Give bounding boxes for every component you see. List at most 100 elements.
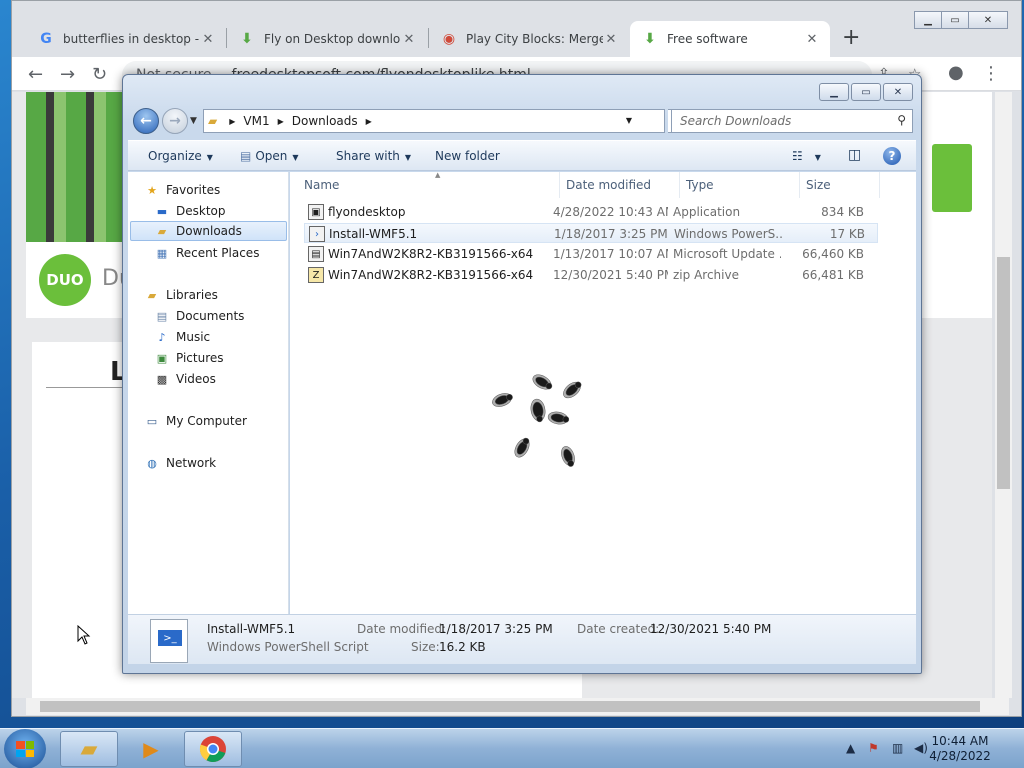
new-tab-button[interactable]: +: [842, 25, 860, 50]
details-size-value: 16.2 KB: [439, 640, 486, 654]
fly-icon: [547, 411, 570, 425]
horizontal-scrollbar[interactable]: [26, 698, 1009, 715]
computer-icon: ▭: [146, 414, 158, 428]
explorer-navigation-bar: ← → ▼ ▰ ▶ VM1 ▶ Downloads ▶ ▼ ⇆ Search D…: [131, 107, 915, 135]
clock[interactable]: 10:44 AM 4/28/2022: [920, 734, 1000, 764]
nav-downloads[interactable]: ▰ Downloads: [130, 221, 287, 241]
show-hidden-icons-icon[interactable]: ▲: [846, 741, 855, 755]
nav-libraries[interactable]: ▰ Libraries: [144, 285, 218, 305]
nav-network[interactable]: ◍ Network: [144, 453, 216, 473]
tab-butterflies[interactable]: G butterflies in desktop - Go ✕: [26, 21, 226, 57]
menu-icon[interactable]: ⋮: [982, 63, 1000, 84]
nav-documents[interactable]: ▤ Documents: [154, 306, 245, 326]
close-icon[interactable]: ✕: [603, 32, 619, 47]
organize-button[interactable]: Organize ▼: [148, 149, 213, 163]
chevron-down-icon: ▼: [404, 153, 412, 162]
minimize-icon[interactable]: ▁: [914, 11, 942, 29]
nav-videos[interactable]: ▩ Videos: [154, 369, 216, 389]
action-center-icon[interactable]: ⚑: [868, 741, 879, 755]
recent-places-icon: ▦: [156, 246, 168, 260]
fly-icon: [563, 381, 582, 399]
start-button[interactable]: [4, 729, 46, 768]
minimize-icon[interactable]: ▁: [819, 83, 849, 101]
nav-my-computer[interactable]: ▭ My Computer: [144, 411, 247, 431]
tab-free-software[interactable]: ⬇ Free software ✕: [630, 21, 830, 57]
navigation-pane: ★ Favorites ▬ Desktop ▰ Downloads ▦ Recent P…: [128, 172, 289, 614]
taskbar-chrome[interactable]: [184, 731, 242, 767]
maximize-icon[interactable]: ▭: [851, 83, 881, 101]
nav-favorites[interactable]: ★ Favorites: [144, 180, 220, 200]
close-icon[interactable]: ✕: [968, 11, 1008, 29]
tab-fly-on-desktop[interactable]: ⬇ Fly on Desktop download ✕: [227, 21, 427, 57]
vertical-scrollbar[interactable]: [995, 92, 1012, 698]
clock-time: 10:44 AM: [931, 734, 989, 748]
back-arrow-icon[interactable]: ←: [28, 64, 43, 85]
download-icon: ⬇: [644, 31, 656, 47]
chevron-right-icon[interactable]: ▶: [278, 117, 284, 126]
scroll-thumb[interactable]: [40, 701, 980, 712]
flies-swarm: [492, 374, 582, 467]
open-button[interactable]: ▤ Open ▼: [240, 149, 299, 163]
file-row[interactable]: ▣ flyondesktop 4/28/2022 10:43 AM Applic…: [304, 202, 878, 222]
tab-city-blocks[interactable]: ◉ Play City Blocks: Merge ar ✕: [429, 21, 629, 57]
maximize-icon[interactable]: ▭: [941, 11, 969, 29]
file-row[interactable]: Z Win7AndW2K8R2-KB3191566-x64 12/30/2021…: [304, 265, 878, 285]
nav-music[interactable]: ♪ Music: [154, 327, 210, 347]
address-bar[interactable]: ▰ ▶ VM1 ▶ Downloads ▶ ▼: [203, 109, 665, 133]
taskbar-media-player[interactable]: ▶: [122, 731, 180, 767]
details-file-name: Install-WMF5.1: [207, 622, 296, 636]
chevron-down-icon[interactable]: ▼: [190, 116, 197, 126]
scroll-thumb[interactable]: [997, 257, 1010, 489]
preview-pane-icon[interactable]: ◫: [848, 147, 861, 163]
file-row[interactable]: ▤ Win7AndW2K8R2-KB3191566-x64 1/13/2017 …: [304, 244, 878, 264]
new-folder-button[interactable]: New folder: [435, 149, 500, 163]
fly-icon: [492, 393, 513, 407]
column-header-name[interactable]: Name ▲: [298, 171, 560, 198]
forward-arrow-icon[interactable]: →: [162, 108, 188, 134]
close-icon[interactable]: ✕: [200, 32, 216, 47]
view-options-button[interactable]: ☷ ▼: [792, 149, 821, 163]
tab-label: Free software: [667, 32, 748, 46]
close-icon[interactable]: ✕: [883, 83, 913, 101]
breadcrumb-downloads[interactable]: Downloads: [292, 114, 358, 128]
nav-label: Network: [166, 456, 217, 470]
open-file-icon: ▤: [240, 149, 252, 163]
back-arrow-icon[interactable]: ←: [133, 108, 159, 134]
search-icon[interactable]: ⚲: [897, 113, 906, 127]
chevron-right-icon[interactable]: ▶: [366, 117, 372, 126]
nav-recent-places[interactable]: ▦ Recent Places: [154, 243, 260, 263]
mouse-cursor-icon: [77, 625, 91, 645]
chevron-down-icon[interactable]: ▼: [626, 116, 632, 125]
search-input[interactable]: Search Downloads ⚲: [671, 109, 913, 133]
file-row-selected[interactable]: › Install-WMF5.1 1/18/2017 3:25 PM Windo…: [304, 223, 878, 243]
close-icon[interactable]: ✕: [401, 32, 417, 47]
reload-icon[interactable]: ↻: [92, 64, 107, 85]
downloads-folder-icon: ▰: [157, 224, 167, 238]
nav-label: Music: [176, 330, 211, 344]
close-icon[interactable]: ✕: [804, 32, 820, 47]
nav-pictures[interactable]: ▣ Pictures: [154, 348, 224, 368]
column-header-size[interactable]: Size: [800, 172, 880, 198]
taskbar-explorer[interactable]: ▰: [60, 731, 118, 767]
profile-icon[interactable]: ●: [948, 62, 964, 83]
details-file-kind: Windows PowerShell Script: [207, 640, 369, 654]
column-header-date[interactable]: Date modified: [560, 172, 680, 198]
breadcrumb-vm1[interactable]: VM1: [243, 114, 269, 128]
help-icon[interactable]: ?: [883, 147, 901, 165]
file-date: 12/30/2021 5:40 PM: [553, 268, 668, 282]
tab-strip: G butterflies in desktop - Go ✕ ⬇ Fly on…: [12, 1, 1021, 57]
column-label: Type: [686, 178, 714, 192]
nav-label: Favorites: [166, 183, 221, 197]
chevron-right-icon[interactable]: ▶: [229, 117, 235, 126]
fly-icon: [532, 374, 553, 390]
view-list-icon: ☷: [792, 149, 803, 163]
network-icon[interactable]: ▥: [892, 741, 903, 755]
share-with-button[interactable]: Share with ▼: [336, 149, 411, 163]
file-date: 1/18/2017 3:25 PM: [554, 227, 668, 241]
column-header-type[interactable]: Type: [680, 172, 800, 198]
download-button[interactable]: [932, 144, 972, 212]
forward-arrow-icon[interactable]: →: [60, 64, 75, 85]
tab-label: Fly on Desktop download: [264, 32, 401, 46]
clock-date: 4/28/2022: [929, 749, 991, 763]
nav-desktop[interactable]: ▬ Desktop: [154, 201, 226, 221]
